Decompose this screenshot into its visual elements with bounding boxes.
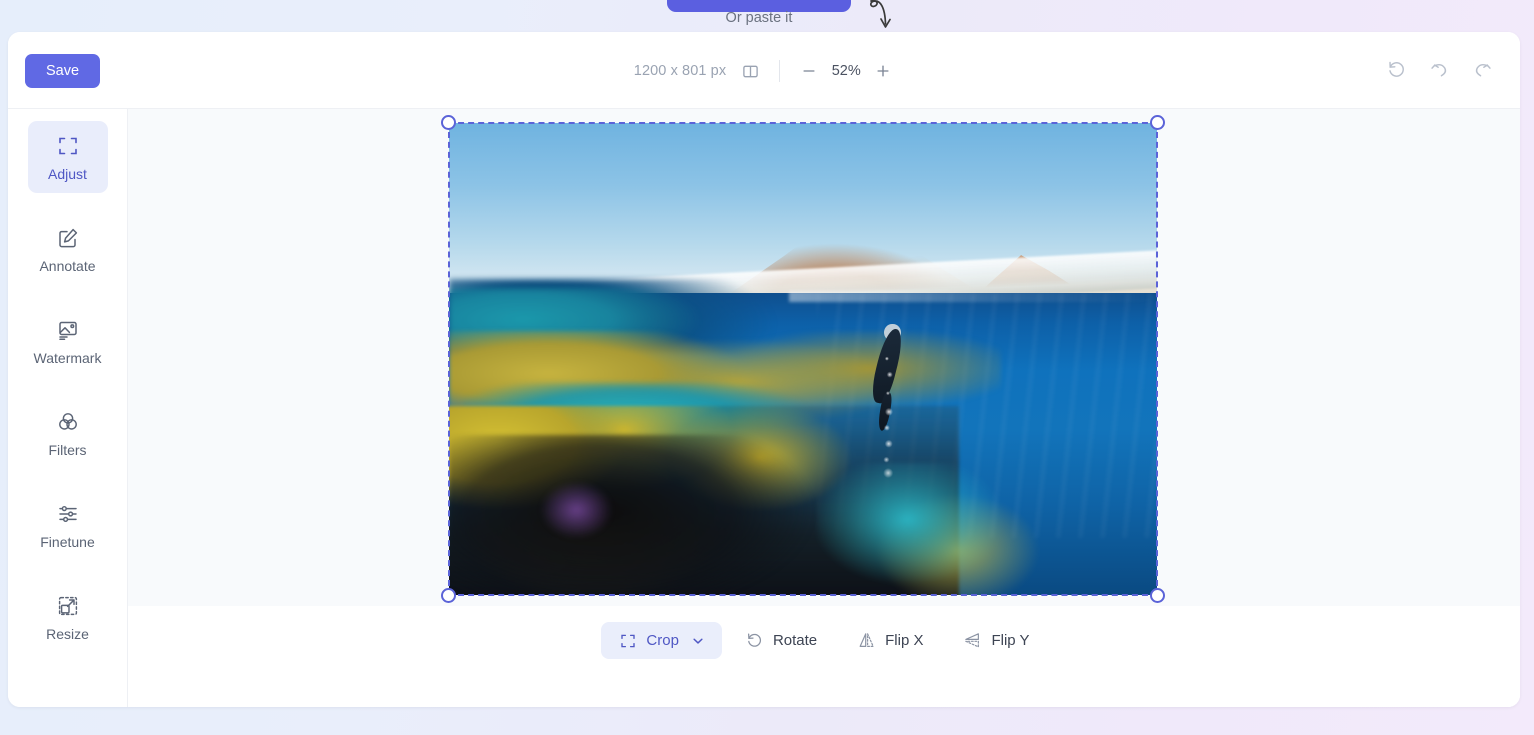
flip-y-label: Flip Y (991, 632, 1029, 649)
flip-x-label: Flip X (885, 632, 923, 649)
flip-vertical-icon (963, 631, 982, 650)
three-circles-icon (55, 409, 81, 435)
image-dimensions-label: 1200 x 801 px (634, 63, 726, 79)
undo-arrow-icon[interactable] (1427, 57, 1451, 81)
curly-down-arrow-icon (858, 0, 902, 32)
transform-toolbar: Crop Rotate (128, 606, 1520, 707)
edited-image (449, 123, 1157, 595)
history-controls (1384, 57, 1494, 81)
pencil-square-icon (55, 225, 81, 251)
sliders-icon (55, 501, 81, 527)
canvas-column: Crop Rotate (128, 109, 1520, 707)
sidebar-item-label: Resize (46, 627, 89, 641)
sidebar-item-adjust[interactable]: Adjust (28, 121, 108, 193)
split-panel-icon[interactable] (739, 60, 761, 82)
sidebar-item-label: Annotate (39, 259, 95, 273)
sidebar-item-label: Adjust (48, 167, 87, 181)
resize-handle-top-left[interactable] (441, 115, 456, 130)
resize-handle-bottom-right[interactable] (1150, 588, 1165, 603)
resize-handle-top-right[interactable] (1150, 115, 1165, 130)
flip-x-button[interactable]: Flip X (840, 622, 940, 659)
flip-y-button[interactable]: Flip Y (946, 622, 1046, 659)
save-button[interactable]: Save (25, 54, 100, 88)
sidebar-item-finetune[interactable]: Finetune (28, 489, 108, 561)
paste-hint-text: Or paste it (667, 10, 851, 26)
diver-figure (870, 326, 909, 449)
flip-horizontal-icon (857, 631, 876, 650)
sidebar-item-annotate[interactable]: Annotate (28, 213, 108, 285)
crop-button[interactable]: Crop (601, 622, 722, 659)
tool-sidebar: Adjust Annotate (8, 109, 128, 707)
sidebar-item-label: Finetune (40, 535, 94, 549)
chevron-down-icon (691, 634, 705, 648)
resize-arrow-icon (55, 593, 81, 619)
resize-handle-bottom-left[interactable] (441, 588, 456, 603)
redo-arrow-icon[interactable] (1470, 57, 1494, 81)
crop-corners-icon (55, 133, 81, 159)
editor-body: Adjust Annotate (8, 109, 1520, 707)
topbar-center-controls: 1200 x 801 px 52% (8, 58, 1520, 84)
reset-circle-arrow-icon[interactable] (1384, 57, 1408, 81)
rotate-ccw-icon (745, 631, 764, 650)
rotate-button[interactable]: Rotate (728, 622, 834, 659)
image-mountain-icon (55, 317, 81, 343)
sidebar-item-filters[interactable]: Filters (28, 397, 108, 469)
zoom-out-button[interactable] (798, 60, 820, 82)
crop-corners-icon (618, 631, 637, 650)
rotate-label: Rotate (773, 632, 817, 649)
crop-label: Crop (646, 632, 679, 649)
sidebar-item-watermark[interactable]: Watermark (28, 305, 108, 377)
sidebar-item-resize[interactable]: Resize (28, 581, 108, 653)
image-editor-window: Save 1200 x 801 px 52% (8, 32, 1520, 707)
zoom-level-label: 52% (827, 63, 865, 79)
image-selection[interactable] (449, 123, 1157, 595)
sidebar-item-label: Filters (48, 443, 86, 457)
image-canvas[interactable] (128, 109, 1520, 606)
zoom-in-button[interactable] (872, 60, 894, 82)
topbar-divider (779, 60, 780, 82)
sidebar-item-label: Watermark (34, 351, 102, 365)
editor-topbar: Save 1200 x 801 px 52% (8, 32, 1520, 109)
